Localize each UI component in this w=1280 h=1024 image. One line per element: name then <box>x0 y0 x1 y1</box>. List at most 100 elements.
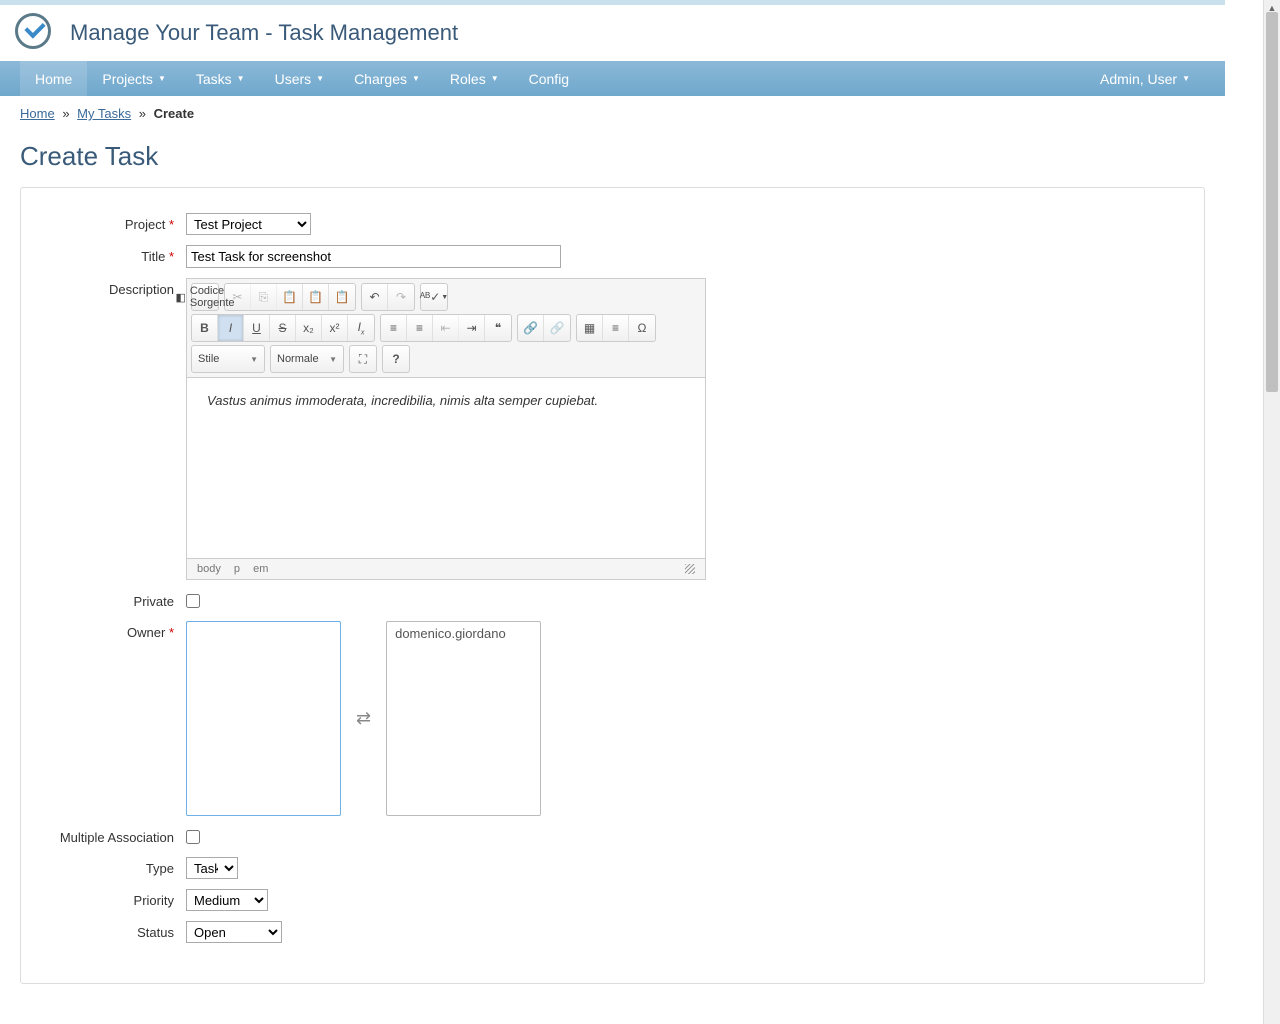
italic-icon: I <box>229 321 232 335</box>
indent-icon: ⇥ <box>466 321 476 335</box>
indent-button[interactable]: ⇥ <box>459 315 485 341</box>
paste-button[interactable]: 📋 <box>277 284 303 310</box>
editor-element-path[interactable]: body p em <box>197 563 278 575</box>
redo-icon: ↷ <box>396 290 406 304</box>
numbered-list-icon: ≡ <box>390 321 397 335</box>
swap-icon[interactable]: ⇄ <box>356 708 371 729</box>
format-dropdown[interactable]: Normale▼ <box>271 346 343 372</box>
form-container: Project * Test Project Title * Descripti… <box>20 187 1205 984</box>
project-select[interactable]: Test Project <box>186 213 311 235</box>
help-icon: ? <box>392 352 399 366</box>
breadcrumb-home[interactable]: Home <box>20 106 55 121</box>
underline-button[interactable]: U <box>244 315 270 341</box>
paste-word-button[interactable]: 📋 <box>329 284 355 310</box>
link-button[interactable]: 🔗 <box>518 315 544 341</box>
rich-text-editor: ◧ Codice Sorgente ✂ ⎘ 📋 📋 📋 <box>186 278 706 580</box>
owner-available-list[interactable] <box>186 621 341 816</box>
link-icon: 🔗 <box>523 321 538 335</box>
nav-projects[interactable]: Projects▼ <box>87 61 181 96</box>
page-title: Create Task <box>0 131 1225 187</box>
breadcrumb: Home » My Tasks » Create <box>0 96 1225 131</box>
vertical-scrollbar[interactable]: ▲ <box>1263 0 1280 1024</box>
owner-selected-list[interactable]: domenico.giordano <box>386 621 541 816</box>
paste-word-icon: 📋 <box>335 290 350 304</box>
blockquote-icon: ❝ <box>495 321 501 335</box>
remove-format-button[interactable]: Ix <box>348 315 374 341</box>
label-description: Description <box>41 278 186 297</box>
nav-tasks[interactable]: Tasks▼ <box>181 61 260 96</box>
cut-icon: ✂ <box>232 290 242 304</box>
strike-button[interactable]: S <box>270 315 296 341</box>
unlink-button[interactable]: 🔗 <box>544 315 570 341</box>
bullet-list-icon: ≡ <box>416 321 423 335</box>
caret-down-icon: ▼ <box>316 74 324 83</box>
app-title: Manage Your Team - Task Management <box>70 20 458 46</box>
subscript-button[interactable]: x₂ <box>296 315 322 341</box>
label-priority: Priority <box>41 889 186 908</box>
omega-icon: Ω <box>638 321 647 335</box>
app-logo <box>15 13 55 53</box>
cut-button[interactable]: ✂ <box>225 284 251 310</box>
nav-user-menu[interactable]: Admin, User▼ <box>1085 61 1205 96</box>
bold-button[interactable]: B <box>192 315 218 341</box>
scrollbar-thumb[interactable] <box>1266 12 1278 392</box>
italic-button[interactable]: I <box>218 315 244 341</box>
navbar: Home Projects▼ Tasks▼ Users▼ Charges▼ Ro… <box>0 61 1225 96</box>
label-type: Type <box>41 857 186 876</box>
nav-config[interactable]: Config <box>514 61 584 96</box>
copy-button[interactable]: ⎘ <box>251 284 277 310</box>
superscript-button[interactable]: x² <box>322 315 348 341</box>
label-multiple-association: Multiple Association <box>41 826 186 845</box>
priority-select[interactable]: Medium <box>186 889 268 911</box>
underline-icon: U <box>252 321 261 335</box>
spellcheck-button[interactable]: ᴬᴮ✓▼ <box>421 284 447 310</box>
style-dropdown[interactable]: Stile▼ <box>192 346 264 372</box>
bullet-list-button[interactable]: ≡ <box>407 315 433 341</box>
title-input[interactable] <box>186 245 561 268</box>
editor-toolbar: ◧ Codice Sorgente ✂ ⎘ 📋 📋 📋 <box>187 279 705 378</box>
label-status: Status <box>41 921 186 940</box>
strike-icon: S <box>278 321 286 335</box>
caret-down-icon: ▼ <box>250 355 258 364</box>
multiple-association-checkbox[interactable] <box>186 830 200 844</box>
nav-roles[interactable]: Roles▼ <box>435 61 514 96</box>
maximize-button[interactable]: ⛶ <box>350 346 376 372</box>
caret-down-icon: ▼ <box>491 74 499 83</box>
superscript-icon: x² <box>330 321 340 335</box>
specialchar-button[interactable]: Ω <box>629 315 655 341</box>
paste-icon: 📋 <box>282 290 297 304</box>
header: Manage Your Team - Task Management <box>0 5 1225 61</box>
blockquote-button[interactable]: ❝ <box>485 315 511 341</box>
unlink-icon: 🔗 <box>550 321 565 335</box>
nav-home[interactable]: Home <box>20 61 87 96</box>
label-owner: Owner * <box>41 621 186 640</box>
type-select[interactable]: Task <box>186 857 238 879</box>
hr-button[interactable]: ≡ <box>603 315 629 341</box>
maximize-icon: ⛶ <box>359 352 367 367</box>
numbered-list-button[interactable]: ≡ <box>381 315 407 341</box>
redo-button[interactable]: ↷ <box>388 284 414 310</box>
status-select[interactable]: Open <box>186 921 282 943</box>
label-private: Private <box>41 590 186 609</box>
paste-text-button[interactable]: 📋 <box>303 284 329 310</box>
breadcrumb-current: Create <box>154 106 194 121</box>
breadcrumb-mytasks[interactable]: My Tasks <box>77 106 131 121</box>
outdent-button[interactable]: ⇤ <box>433 315 459 341</box>
subscript-icon: x₂ <box>303 321 314 335</box>
source-button[interactable]: ◧ Codice Sorgente <box>192 284 218 310</box>
nav-charges[interactable]: Charges▼ <box>339 61 435 96</box>
nav-users[interactable]: Users▼ <box>260 61 339 96</box>
undo-icon: ↶ <box>369 290 379 304</box>
private-checkbox[interactable] <box>186 594 200 608</box>
help-button[interactable]: ? <box>383 346 409 372</box>
remove-format-icon: Ix <box>358 320 365 336</box>
outdent-icon: ⇤ <box>440 321 450 335</box>
table-button[interactable]: ▦ <box>577 315 603 341</box>
caret-down-icon: ▼ <box>329 355 337 364</box>
paste-text-icon: 📋 <box>308 290 323 304</box>
editor-footer: body p em <box>187 558 705 579</box>
list-item[interactable]: domenico.giordano <box>387 622 540 645</box>
undo-button[interactable]: ↶ <box>362 284 388 310</box>
resize-handle[interactable] <box>685 564 695 574</box>
editor-content[interactable]: Vastus animus immoderata, incredibilia, … <box>187 378 705 558</box>
